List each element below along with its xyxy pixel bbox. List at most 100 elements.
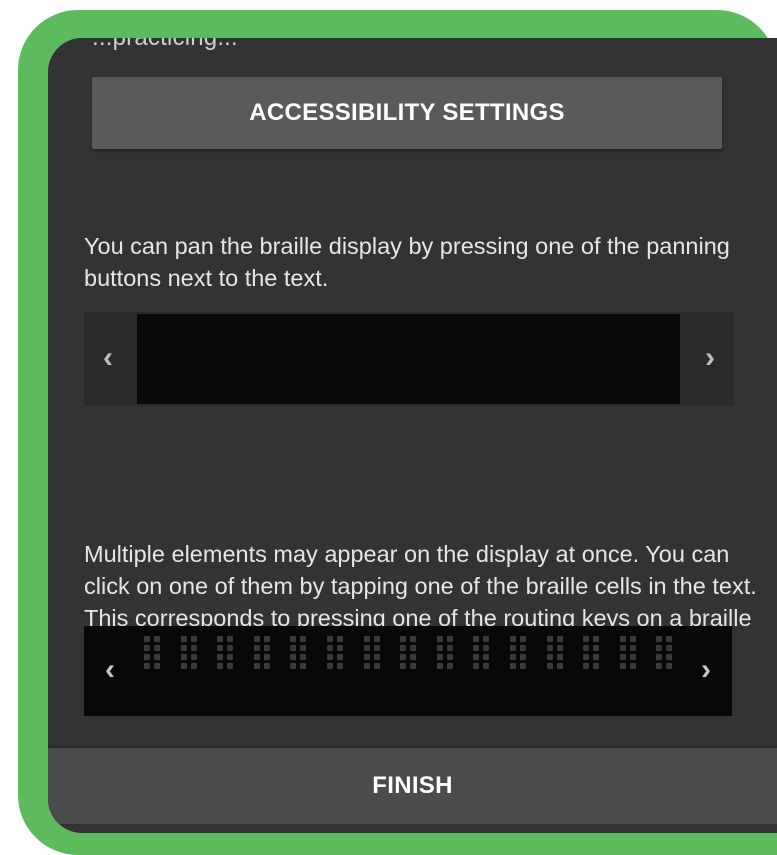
- pan-instructions-text: You can pan the braille display by press…: [84, 233, 730, 291]
- braille-dot: [154, 645, 160, 651]
- braille-dot: [263, 663, 270, 669]
- braille-dot: [593, 663, 600, 669]
- braille-cell[interactable]: [180, 636, 201, 669]
- braille-dot: [217, 663, 224, 669]
- braille-cell[interactable]: [656, 636, 676, 669]
- braille-dot: [556, 645, 563, 651]
- braille-dot: [656, 654, 663, 660]
- braille-cell[interactable]: [290, 636, 310, 669]
- braille-dot: [253, 654, 260, 660]
- braille-dot: [556, 636, 563, 642]
- braille-dot: [253, 663, 260, 669]
- braille-dot: [666, 663, 673, 669]
- braille-dot: [190, 645, 197, 651]
- braille-dot: [400, 663, 407, 669]
- braille-dot: [666, 654, 673, 660]
- tutorial-screen: ...practicing... ACCESSIBILITY SETTINGS …: [48, 38, 777, 833]
- braille-dot: [336, 645, 343, 651]
- braille-dot: [656, 663, 663, 669]
- braille-dot: [629, 654, 636, 660]
- braille-cell[interactable]: [326, 636, 347, 669]
- braille-dot: [400, 654, 407, 660]
- braille-cell[interactable]: [436, 636, 457, 669]
- braille-cell[interactable]: [253, 636, 274, 669]
- braille-dot: [483, 645, 490, 651]
- braille-cell[interactable]: [217, 636, 237, 669]
- braille-dot: [336, 663, 343, 669]
- braille-cell[interactable]: [400, 636, 420, 669]
- braille-dot: [656, 645, 663, 651]
- braille-cell[interactable]: [509, 636, 530, 669]
- braille-cell[interactable]: [363, 636, 384, 669]
- braille-dot: [509, 654, 516, 660]
- braille-cell[interactable]: [144, 636, 164, 669]
- braille-dot: [373, 663, 380, 669]
- braille-dot: [519, 654, 526, 660]
- braille-dot: [483, 663, 490, 669]
- braille-dot: [290, 663, 297, 669]
- braille-cell[interactable]: [619, 636, 640, 669]
- braille-dot: [656, 636, 663, 642]
- braille-dot: [583, 663, 590, 669]
- braille-dot: [326, 645, 333, 651]
- braille-dot: [190, 654, 197, 660]
- braille-dot: [446, 654, 453, 660]
- accessibility-settings-button[interactable]: ACCESSIBILITY SETTINGS: [92, 77, 722, 149]
- braille-dot: [583, 654, 590, 660]
- braille-dot: [509, 645, 516, 651]
- braille-dot: [473, 645, 480, 651]
- braille-dot: [190, 663, 197, 669]
- chevron-left-icon[interactable]: ‹: [90, 340, 126, 376]
- braille-dot: [253, 636, 260, 642]
- braille-cells-area[interactable]: [137, 314, 680, 404]
- braille-dot: [363, 654, 370, 660]
- braille-dot: [190, 636, 197, 642]
- braille-dot: [263, 645, 270, 651]
- braille-dot: [410, 654, 417, 660]
- braille-dot: [154, 654, 160, 660]
- braille-dot: [217, 636, 224, 642]
- braille-dot: [619, 645, 626, 651]
- braille-dot: [363, 636, 370, 642]
- braille-cell[interactable]: [546, 636, 567, 669]
- braille-dot: [436, 645, 443, 651]
- braille-dot: [363, 663, 370, 669]
- braille-dot: [436, 663, 443, 669]
- braille-dot: [180, 663, 187, 669]
- braille-dot: [619, 663, 626, 669]
- braille-dot: [300, 645, 307, 651]
- braille-dot: [410, 645, 417, 651]
- braille-dot: [253, 645, 260, 651]
- braille-dot: [336, 654, 343, 660]
- braille-dot: [290, 654, 297, 660]
- braille-dot: [144, 645, 150, 651]
- braille-dot: [546, 636, 553, 642]
- braille-cell[interactable]: [583, 636, 603, 669]
- braille-dot: [483, 636, 490, 642]
- braille-dot: [436, 636, 443, 642]
- braille-dot: [217, 645, 224, 651]
- braille-dot: [593, 636, 600, 642]
- braille-dot: [217, 654, 224, 660]
- braille-dot: [336, 636, 343, 642]
- braille-dot: [629, 663, 636, 669]
- finish-button[interactable]: FINISH: [48, 748, 777, 824]
- braille-dot: [509, 636, 516, 642]
- braille-dot: [629, 636, 636, 642]
- braille-cells-row: [144, 636, 693, 669]
- chevron-right-icon[interactable]: ›: [688, 652, 724, 688]
- braille-dot: [227, 636, 234, 642]
- chevron-left-icon[interactable]: ‹: [92, 652, 128, 688]
- braille-dot: [509, 663, 516, 669]
- routing-braille-display: ‹ ›: [84, 626, 732, 716]
- pan-braille-display: ‹ ›: [84, 312, 734, 406]
- braille-dot: [154, 636, 160, 642]
- braille-cell[interactable]: [473, 636, 493, 669]
- braille-dot: [446, 663, 453, 669]
- chevron-right-icon[interactable]: ›: [692, 340, 728, 376]
- braille-dot: [373, 636, 380, 642]
- braille-dot: [546, 654, 553, 660]
- braille-dot: [546, 645, 553, 651]
- braille-dot: [619, 636, 626, 642]
- braille-dot: [593, 654, 600, 660]
